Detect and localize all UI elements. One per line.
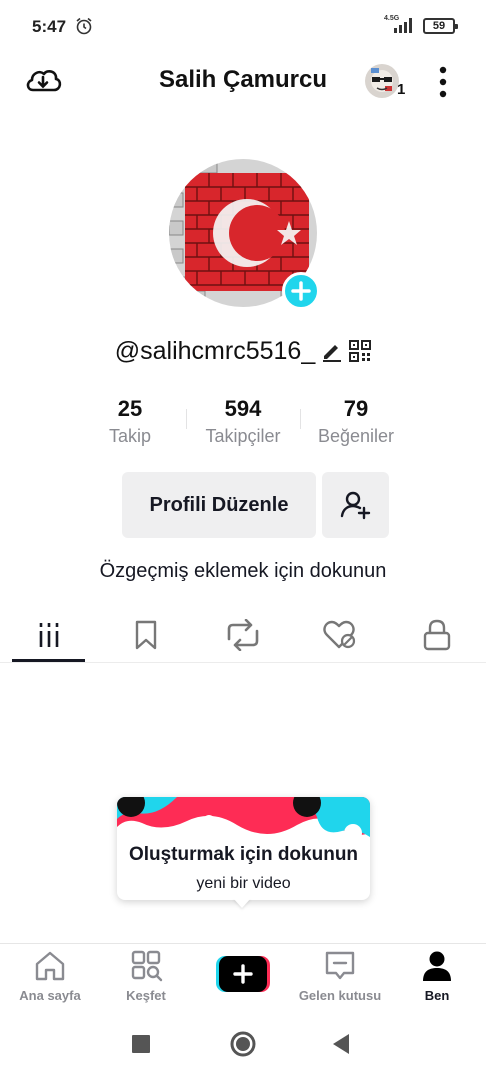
nav-discover-label: Keşfet [126, 988, 166, 1003]
create-video-button[interactable] [216, 956, 270, 992]
stat-followers-value: 594 [224, 396, 262, 421]
system-navigation-bar [0, 1008, 486, 1080]
bio-prompt[interactable]: Özgeçmiş eklemek için dokunun [0, 560, 486, 583]
liked-heart-icon [322, 620, 355, 649]
tab-liked[interactable] [303, 610, 376, 660]
repost-icon [227, 619, 258, 651]
stat-following-value: 25 [117, 396, 143, 421]
tab-private[interactable] [400, 610, 473, 660]
edit-profile-button[interactable]: Profili Düzenle [122, 472, 316, 538]
profile-handle: @salihcmrc5516_ [114, 336, 316, 365]
edit-pencil-icon[interactable] [321, 340, 343, 362]
qr-code-icon[interactable] [349, 340, 372, 362]
stat-following[interactable]: 25 Takip [70, 396, 190, 447]
profile-icon [423, 951, 451, 981]
videos-grid-icon [39, 623, 58, 647]
home-circle-icon[interactable] [229, 1030, 257, 1058]
tooltip-illustration [117, 797, 370, 845]
friends-count: 1 [397, 81, 406, 98]
friends-avatar[interactable] [365, 64, 399, 98]
bottom-navigation: Ana sayfa Keşfet Gelen kutusu Ben [0, 943, 486, 1007]
lock-icon [423, 619, 450, 651]
back-icon[interactable] [331, 1033, 351, 1055]
nav-inbox-label: Gelen kutusu [298, 988, 382, 1003]
status-time: 5:47 [32, 17, 67, 36]
tab-reposts[interactable] [206, 610, 279, 660]
plus-icon [291, 281, 311, 301]
more-options-icon[interactable] [436, 64, 450, 100]
nav-inbox[interactable]: Gelen kutusu [290, 950, 390, 1003]
nav-discover[interactable]: Keşfet [96, 950, 196, 1003]
tooltip-title: Oluşturmak için dokunun [128, 844, 359, 865]
stat-likes-label: Beğeniler [317, 426, 395, 446]
tooltip-arrow [233, 898, 251, 908]
discover-icon [131, 950, 163, 982]
profile-name-title: Salih Çamurcu [158, 66, 328, 93]
stat-likes[interactable]: 79 Beğeniler [296, 396, 416, 447]
nav-profile[interactable]: Ben [387, 950, 486, 1003]
handle-row: @salihcmrc5516_ [0, 334, 486, 368]
bookmark-icon [135, 620, 156, 650]
add-friend-button[interactable] [322, 472, 389, 538]
signal-icon [394, 18, 412, 33]
add-avatar-button[interactable] [282, 272, 320, 310]
home-icon [35, 951, 65, 981]
stat-followers[interactable]: 594 Takipçiler [183, 396, 303, 447]
tab-divider [0, 662, 486, 663]
inbox-icon [325, 951, 355, 980]
create-video-tooltip[interactable]: Oluşturmak için dokunun yeni bir video [117, 797, 370, 908]
tooltip-subtitle: yeni bir video [196, 875, 291, 892]
recents-icon[interactable] [131, 1034, 151, 1054]
stat-following-label: Takip [108, 426, 152, 446]
stat-followers-label: Takipçiler [205, 426, 281, 446]
nav-profile-label: Ben [424, 988, 450, 1003]
tab-favorites[interactable] [109, 610, 182, 660]
add-user-icon [340, 491, 370, 520]
nav-home[interactable]: Ana sayfa [0, 950, 100, 1003]
status-bar: 5:47 4.5G 59 [0, 0, 486, 52]
battery-indicator: 59 [423, 18, 458, 34]
tab-videos[interactable] [12, 610, 85, 660]
stat-likes-value: 79 [343, 396, 369, 421]
alarm-icon [76, 17, 92, 35]
nav-home-label: Ana sayfa [19, 988, 81, 1003]
